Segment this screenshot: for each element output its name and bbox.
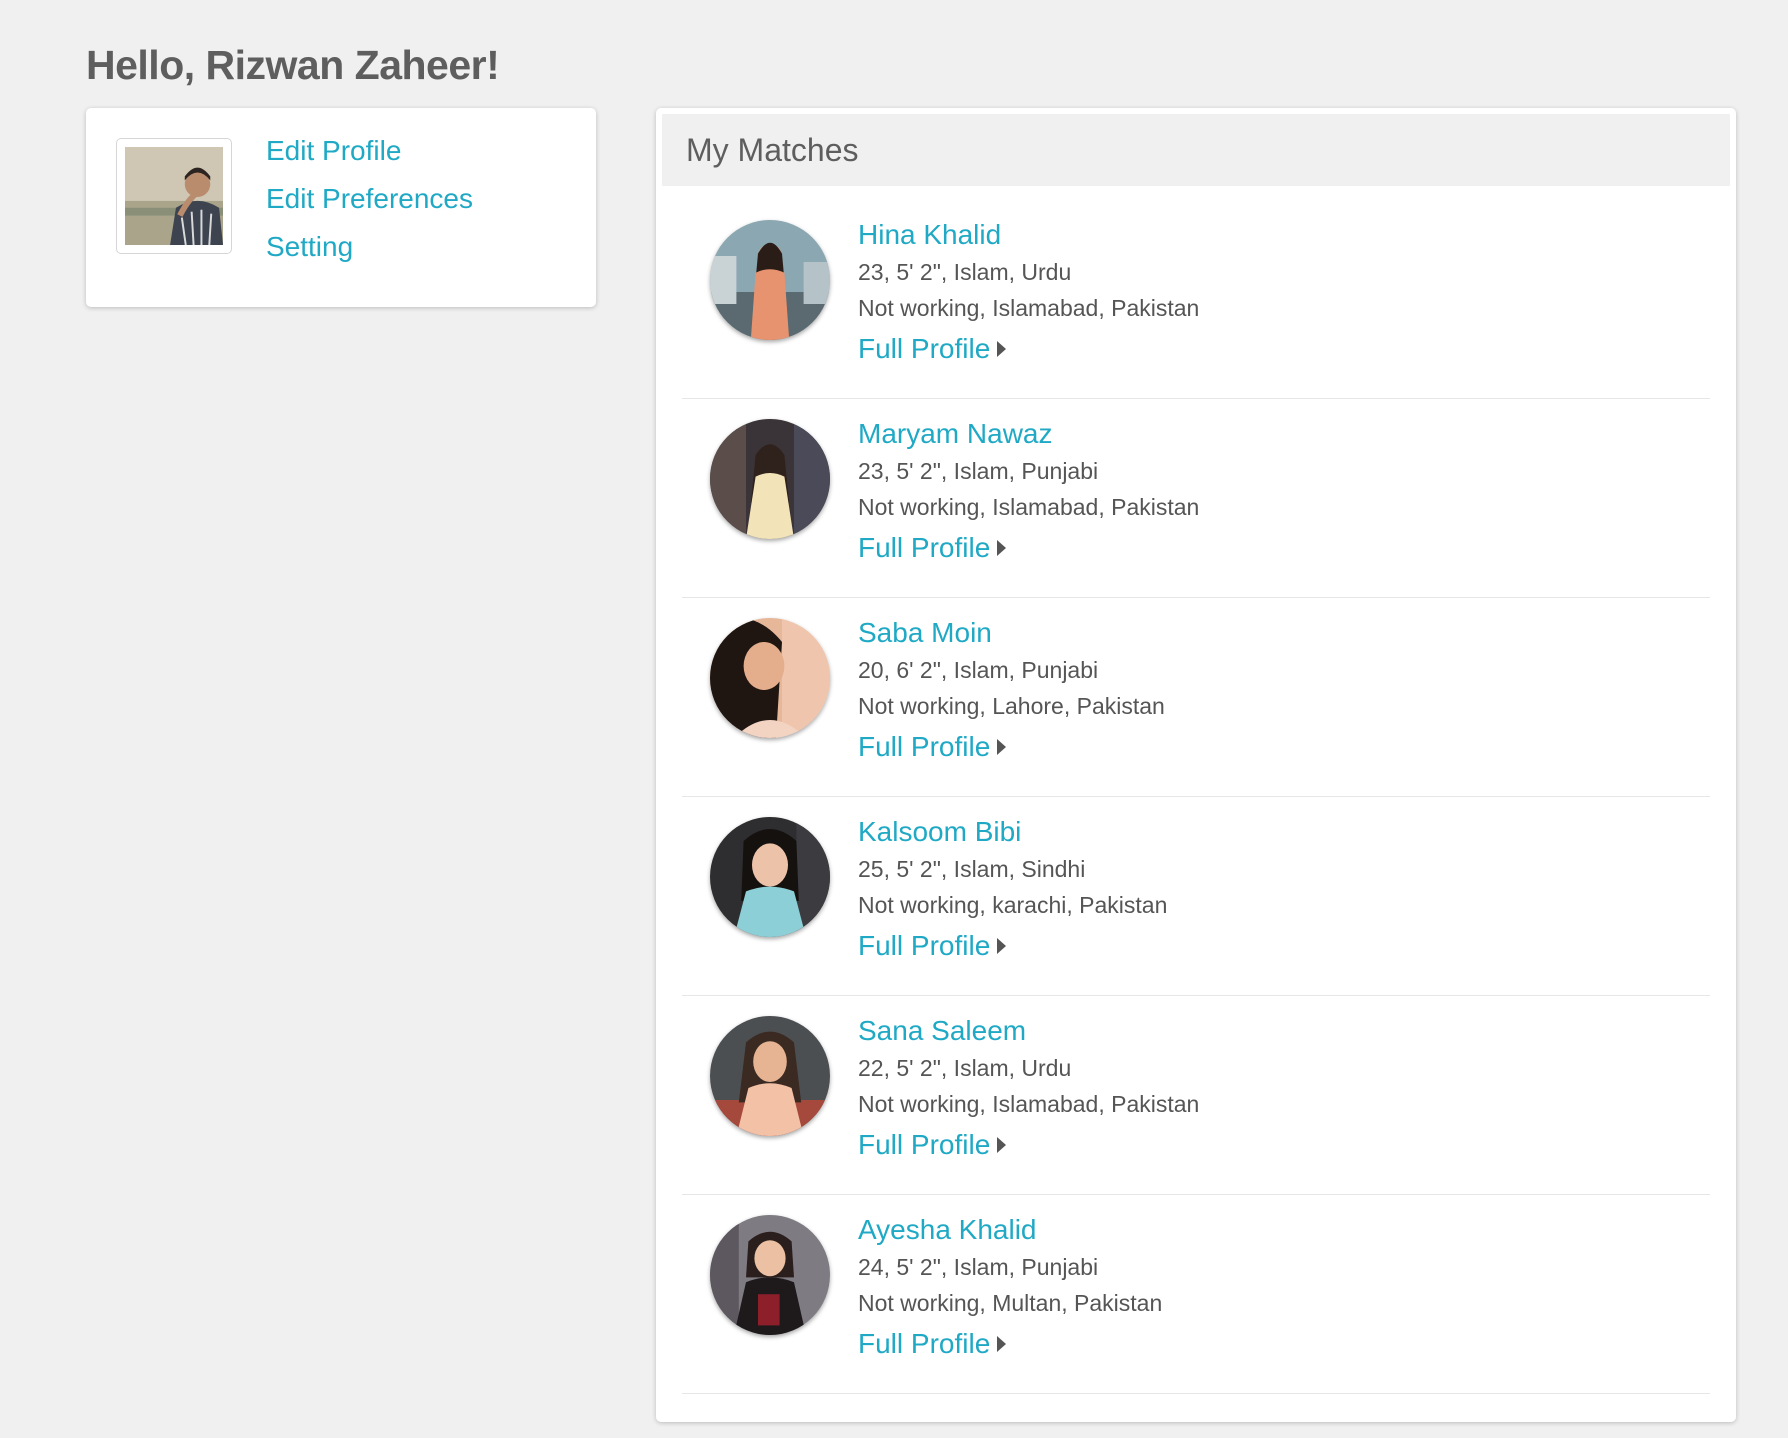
caret-right-icon xyxy=(997,938,1007,954)
match-location: Not working, Multan, Pakistan xyxy=(858,1290,1163,1316)
full-profile-label: Full Profile xyxy=(858,731,991,762)
full-profile-link[interactable]: Full Profile xyxy=(858,1327,1007,1361)
user-profile-card: Edit Profile Edit Preferences Setting xyxy=(86,108,596,307)
match-details: 25, 5' 2", Islam, Sindhi xyxy=(858,856,1086,882)
match-location: Not working, Lahore, Pakistan xyxy=(858,693,1165,719)
match-photo xyxy=(710,220,830,340)
caret-right-icon xyxy=(997,540,1007,556)
edit-preferences-link[interactable]: Edit Preferences xyxy=(266,182,473,216)
match-details: 23, 5' 2", Islam, Urdu xyxy=(858,259,1072,285)
full-profile-label: Full Profile xyxy=(858,930,991,961)
match-details: 20, 6' 2", Islam, Punjabi xyxy=(858,657,1099,683)
match-details: 22, 5' 2", Islam, Urdu xyxy=(858,1055,1072,1081)
user-photo xyxy=(125,147,223,245)
user-avatar[interactable] xyxy=(116,138,232,254)
my-matches-panel: My Matches Hina Khalid 23, 5' 2", Islam,… xyxy=(656,108,1736,1422)
full-profile-link[interactable]: Full Profile xyxy=(858,531,1007,565)
match-avatar[interactable] xyxy=(710,618,830,738)
match-photo xyxy=(710,817,830,937)
match-location: Not working, Islamabad, Pakistan xyxy=(858,295,1200,321)
full-profile-link[interactable]: Full Profile xyxy=(858,332,1007,366)
match-photo xyxy=(710,419,830,539)
match-item: Ayesha Khalid 24, 5' 2", Islam, Punjabi … xyxy=(682,1195,1710,1394)
full-profile-label: Full Profile xyxy=(858,532,991,563)
match-list: Hina Khalid 23, 5' 2", Islam, Urdu Not w… xyxy=(682,200,1710,1394)
match-name[interactable]: Sana Saleem xyxy=(858,1014,1199,1048)
match-avatar[interactable] xyxy=(710,817,830,937)
setting-link[interactable]: Setting xyxy=(266,230,473,264)
full-profile-label: Full Profile xyxy=(858,333,991,364)
match-name[interactable]: Saba Moin xyxy=(858,616,1165,650)
match-item: Sana Saleem 22, 5' 2", Islam, Urdu Not w… xyxy=(682,996,1710,1195)
match-name[interactable]: Kalsoom Bibi xyxy=(858,815,1167,849)
full-profile-link[interactable]: Full Profile xyxy=(858,1128,1007,1162)
match-avatar[interactable] xyxy=(710,1215,830,1335)
match-item: Maryam Nawaz 23, 5' 2", Islam, Punjabi N… xyxy=(682,399,1710,598)
match-photo xyxy=(710,1215,830,1335)
matches-title: My Matches xyxy=(686,132,859,168)
match-name[interactable]: Hina Khalid xyxy=(858,218,1199,252)
match-photo xyxy=(710,618,830,738)
match-name[interactable]: Ayesha Khalid xyxy=(858,1213,1162,1247)
caret-right-icon xyxy=(997,1137,1007,1153)
match-details: 24, 5' 2", Islam, Punjabi xyxy=(858,1254,1099,1280)
profile-links: Edit Profile Edit Preferences Setting xyxy=(266,134,473,264)
match-details: 23, 5' 2", Islam, Punjabi xyxy=(858,458,1099,484)
full-profile-link[interactable]: Full Profile xyxy=(858,730,1007,764)
caret-right-icon xyxy=(997,1336,1007,1352)
match-location: Not working, karachi, Pakistan xyxy=(858,892,1168,918)
match-avatar[interactable] xyxy=(710,1016,830,1136)
match-avatar[interactable] xyxy=(710,220,830,340)
caret-right-icon xyxy=(997,739,1007,755)
full-profile-label: Full Profile xyxy=(858,1129,991,1160)
match-avatar[interactable] xyxy=(710,419,830,539)
match-item: Kalsoom Bibi 25, 5' 2", Islam, Sindhi No… xyxy=(682,797,1710,996)
match-location: Not working, Islamabad, Pakistan xyxy=(858,1091,1200,1117)
page-title: Hello, Rizwan Zaheer! xyxy=(86,42,500,88)
match-item: Saba Moin 20, 6' 2", Islam, Punjabi Not … xyxy=(682,598,1710,797)
edit-profile-link[interactable]: Edit Profile xyxy=(266,134,473,168)
match-photo xyxy=(710,1016,830,1136)
match-name[interactable]: Maryam Nawaz xyxy=(858,417,1199,451)
matches-header: My Matches xyxy=(662,114,1730,186)
full-profile-label: Full Profile xyxy=(858,1328,991,1359)
match-item: Hina Khalid 23, 5' 2", Islam, Urdu Not w… xyxy=(682,200,1710,399)
full-profile-link[interactable]: Full Profile xyxy=(858,929,1007,963)
caret-right-icon xyxy=(997,341,1007,357)
match-location: Not working, Islamabad, Pakistan xyxy=(858,494,1200,520)
